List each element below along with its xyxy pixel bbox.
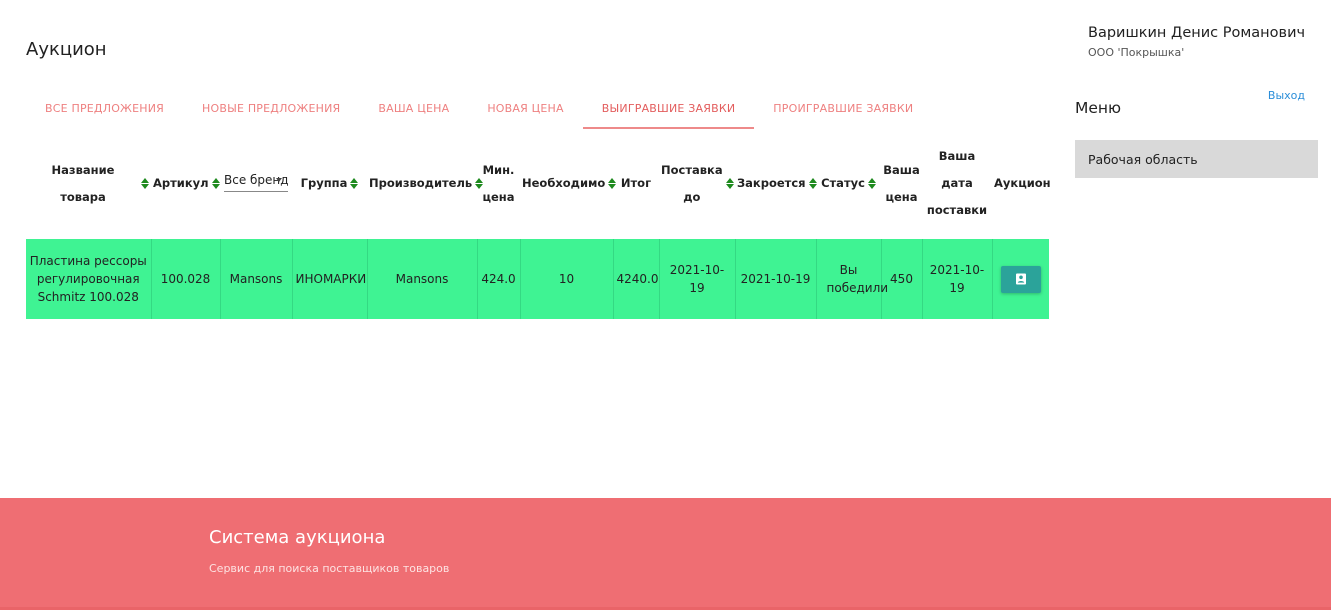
- tab-new-price[interactable]: НОВАЯ ЦЕНА: [468, 90, 582, 129]
- chevron-down-icon: [276, 178, 282, 182]
- header-status[interactable]: Статус: [816, 143, 881, 224]
- cell-required: 10: [520, 239, 614, 319]
- open-auction-button[interactable]: [1000, 265, 1041, 293]
- footer: Система аукциона Сервис для поиска поста…: [0, 498, 1331, 610]
- header-brand: Все бренды: [220, 143, 292, 224]
- cell-total: 4240.0: [613, 239, 660, 319]
- page-title: Аукцион: [26, 39, 107, 60]
- cell-brand: Mansons: [220, 239, 293, 319]
- header-min-price: Мин. цена: [482, 162, 515, 204]
- logout-link[interactable]: Выход: [1268, 89, 1305, 102]
- cell-delivery-until: 2021-10-19: [659, 239, 736, 319]
- header-article[interactable]: Артикул: [151, 143, 220, 224]
- user-organization: ООО 'Покрышка': [1088, 46, 1185, 59]
- table-row: Пластина рессоры регулировочная Schmitz …: [26, 239, 1049, 319]
- sort-arrows-icon[interactable]: [350, 178, 359, 189]
- sort-arrows-icon[interactable]: [867, 178, 876, 189]
- header-delivery-until[interactable]: Поставка до: [659, 143, 735, 224]
- tab-your-price[interactable]: ВАША ЦЕНА: [359, 90, 468, 129]
- header-required[interactable]: Необходимо: [520, 143, 617, 224]
- header-manufacturer[interactable]: Производитель: [367, 143, 484, 224]
- header-your-delivery-date: Ваша дата поставки: [926, 149, 988, 217]
- header-group[interactable]: Группа: [292, 143, 367, 224]
- header-total: Итог: [620, 176, 652, 190]
- cell-name: Пластина рессоры регулировочная Schmitz …: [26, 239, 152, 319]
- cell-group: ИНОМАРКИ: [292, 239, 368, 319]
- cell-your-delivery-date: 2021-10-19: [922, 239, 993, 319]
- footer-title: Система аукциона: [209, 527, 386, 548]
- auction-table: Название товара Артикул Все бренды Групп…: [26, 143, 1051, 319]
- tab-all-offers[interactable]: ВСЕ ПРЕДЛОЖЕНИЯ: [26, 90, 183, 129]
- menu-item-workspace[interactable]: Рабочая область: [1075, 140, 1318, 178]
- cell-status: Вы победили: [816, 239, 888, 319]
- header-closes[interactable]: Закроется: [735, 143, 817, 224]
- footer-subtitle: Сервис для поиска поставщиков товаров: [209, 562, 450, 575]
- tab-lost-bids[interactable]: ПРОИГРАВШИЕ ЗАЯВКИ: [754, 90, 932, 129]
- user-name: Варишкин Денис Романович: [1088, 25, 1306, 41]
- contact-card-icon: [1015, 273, 1026, 285]
- cell-article: 100.028: [151, 239, 221, 319]
- header-your-price: Ваша цена: [883, 162, 920, 204]
- cell-manufacturer: Mansons: [367, 239, 478, 319]
- cell-auction: [992, 239, 1049, 319]
- brand-filter-select[interactable]: Все бренды: [224, 169, 288, 192]
- user-panel: Варишкин Денис Романович ООО 'Покрышка' …: [1088, 25, 1318, 102]
- tabs-bar: ВСЕ ПРЕДЛОЖЕНИЯ НОВЫЕ ПРЕДЛОЖЕНИЯ ВАША Ц…: [26, 90, 932, 129]
- sort-arrows-icon[interactable]: [608, 178, 617, 189]
- header-name[interactable]: Название товара: [26, 143, 151, 224]
- menu-title: Меню: [1075, 99, 1122, 117]
- sort-arrows-icon[interactable]: [808, 178, 817, 189]
- tab-new-offers[interactable]: НОВЫЕ ПРЕДЛОЖЕНИЯ: [183, 90, 359, 129]
- tab-won-bids[interactable]: ВЫИГРАВШИЕ ЗАЯВКИ: [582, 90, 755, 129]
- sort-arrows-icon[interactable]: [725, 178, 734, 189]
- sort-arrows-icon[interactable]: [211, 178, 220, 189]
- cell-closes: 2021-10-19: [735, 239, 817, 319]
- cell-min-price: 424.0: [477, 239, 521, 319]
- header-auction: Аукцион: [994, 176, 1051, 190]
- sort-arrows-icon[interactable]: [141, 178, 149, 189]
